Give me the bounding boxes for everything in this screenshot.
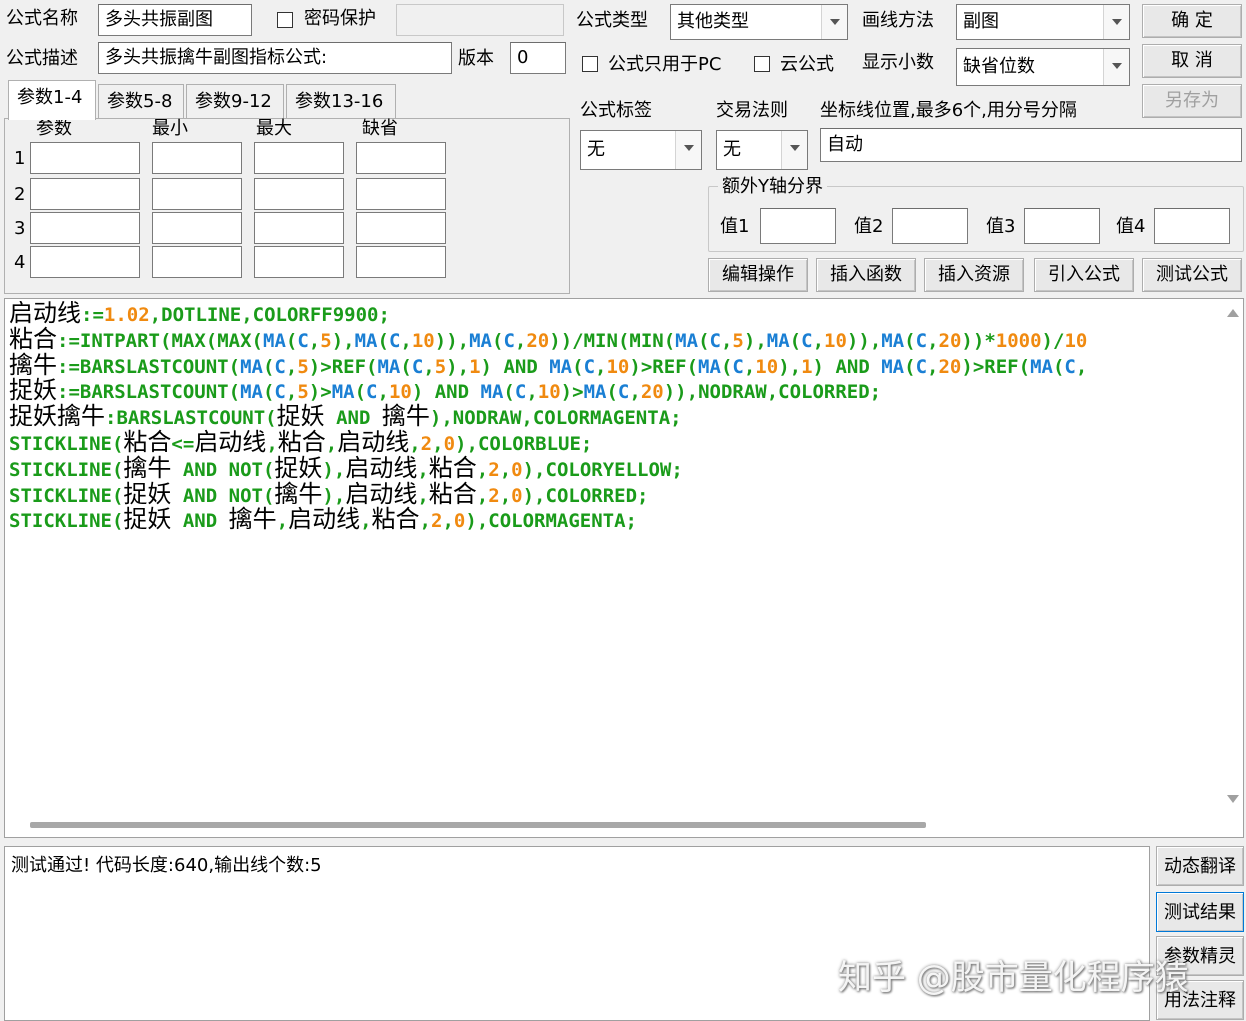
formula-desc-input[interactable]: 多头共振擒牛副图指标公式: — [98, 42, 452, 74]
chevron-down-icon[interactable] — [1103, 49, 1129, 85]
pc-only-checkbox[interactable] — [582, 56, 598, 72]
draw-method-select[interactable]: 副图 — [956, 4, 1130, 40]
test-formula-button[interactable]: 测试公式 — [1142, 258, 1242, 292]
param-name-cell[interactable] — [30, 142, 140, 174]
code-line[interactable]: STICKLINE(捉妖 AND NOT(擒牛),启动线,粘合,2,0),COL… — [9, 481, 1219, 508]
code-line[interactable]: 捉妖擒牛:BARSLASTCOUNT(捉妖 AND 擒牛),NODRAW,COL… — [9, 403, 1219, 430]
formula-name-label: 公式名称 — [6, 8, 78, 29]
dynamic-translate-button[interactable]: 动态翻译 — [1156, 846, 1244, 886]
param-max-cell[interactable] — [254, 142, 344, 174]
version-input[interactable]: 0 — [510, 42, 566, 74]
param-name-cell[interactable] — [30, 178, 140, 210]
param-min-cell[interactable] — [152, 178, 242, 210]
value3-input[interactable] — [1024, 208, 1100, 244]
param-header-default: 缺省 — [362, 118, 398, 139]
insert-resource-button[interactable]: 插入资源 — [924, 258, 1024, 292]
param-min-cell[interactable] — [152, 142, 242, 174]
code-line[interactable]: 启动线:=1.02,DOTLINE,COLORFF9900; — [9, 301, 1219, 327]
edit-ops-button[interactable]: 编辑操作 — [708, 258, 808, 292]
param-row-number: 2 — [14, 184, 26, 205]
output-text: 测试通过! 代码长度:640,输出线个数:5 — [11, 855, 322, 876]
formula-desc-label: 公式描述 — [6, 48, 78, 69]
param-max-cell[interactable] — [254, 178, 344, 210]
trade-rule-value: 无 — [723, 139, 741, 160]
formula-name-input[interactable]: 多头共振副图 — [98, 4, 252, 36]
param-default-cell[interactable] — [356, 142, 446, 174]
formula-tag-value: 无 — [587, 139, 605, 160]
chevron-down-icon[interactable] — [1103, 5, 1129, 39]
insert-function-button[interactable]: 插入函数 — [816, 258, 916, 292]
version-label: 版本 — [458, 48, 494, 69]
horizontal-scrollbar[interactable] — [30, 822, 926, 828]
value2-input[interactable] — [892, 208, 968, 244]
vertical-scrollbar[interactable] — [1223, 299, 1243, 819]
tab-params-5-8[interactable]: 参数5-8 — [98, 84, 184, 118]
tab-params-9-12[interactable]: 参数9-12 — [186, 84, 284, 118]
code-text[interactable]: 启动线:=1.02,DOTLINE,COLORFF9900; 粘合:=INTPAR… — [9, 301, 1219, 533]
axis-position-input[interactable]: 自动 — [820, 128, 1242, 162]
scroll-arrows-icon — [1227, 309, 1239, 803]
decimals-label: 显示小数 — [862, 52, 934, 73]
param-row-number: 3 — [14, 218, 26, 239]
ok-button[interactable]: 确 定 — [1142, 4, 1242, 38]
chevron-down-icon[interactable] — [675, 131, 701, 169]
value1-label: 值1 — [720, 216, 750, 237]
password-checkbox[interactable] — [277, 12, 293, 28]
code-line[interactable]: 捉妖:=BARSLASTCOUNT(MA(C,5)>MA(C,10) AND M… — [9, 377, 1219, 404]
param-max-cell[interactable] — [254, 212, 344, 244]
decimals-select[interactable]: 缺省位数 — [956, 48, 1130, 86]
password-input — [396, 4, 564, 36]
code-line[interactable]: STICKLINE(擒牛 AND NOT(捉妖),启动线,粘合,2,0),COL… — [9, 455, 1219, 482]
decimals-value: 缺省位数 — [963, 56, 1035, 77]
param-default-cell[interactable] — [356, 212, 446, 244]
value2-label: 值2 — [854, 216, 884, 237]
value1-input[interactable] — [760, 208, 836, 244]
password-label: 密码保护 — [304, 8, 376, 29]
chevron-down-icon[interactable] — [781, 131, 807, 169]
extra-y-axis-label: 额外Y轴分界 — [718, 178, 827, 196]
draw-method-label: 画线方法 — [862, 10, 934, 31]
draw-method-value: 副图 — [963, 11, 999, 32]
code-editor[interactable]: 启动线:=1.02,DOTLINE,COLORFF9900; 粘合:=INTPAR… — [4, 298, 1244, 838]
cloud-formula-label: 云公式 — [780, 54, 834, 75]
test-result-button[interactable]: 测试结果 — [1156, 892, 1244, 932]
code-line[interactable]: STICKLINE(粘合<=启动线,粘合,启动线,2,0),COLORBLUE; — [9, 429, 1219, 456]
param-row-number: 1 — [14, 148, 26, 169]
param-name-cell[interactable] — [30, 246, 140, 278]
value4-label: 值4 — [1116, 216, 1146, 237]
param-min-cell[interactable] — [152, 212, 242, 244]
cloud-formula-checkbox[interactable] — [754, 56, 770, 72]
cancel-button[interactable]: 取 消 — [1142, 44, 1242, 78]
code-line[interactable]: 擒牛:=BARSLASTCOUNT(MA(C,5)>REF(MA(C,5),1)… — [9, 352, 1219, 379]
watermark: 知乎 @股市量化程序猿 — [838, 958, 1189, 998]
axis-position-label: 坐标线位置,最多6个,用分号分隔 — [820, 100, 1077, 121]
chevron-down-icon[interactable] — [821, 5, 847, 39]
tab-params-1-4[interactable]: 参数1-4 — [8, 80, 96, 120]
code-line[interactable]: STICKLINE(捉妖 AND 擒牛,启动线,粘合,2,0),COLORMAG… — [9, 506, 1219, 533]
formula-type-select[interactable]: 其他类型 — [670, 4, 848, 40]
code-line[interactable]: 粘合:=INTPART(MAX(MAX(MA(C,5),MA(C,10)),MA… — [9, 326, 1219, 353]
param-max-cell[interactable] — [254, 246, 344, 278]
save-as-button: 另存为 — [1142, 84, 1242, 118]
trade-rule-select[interactable]: 无 — [716, 130, 808, 170]
param-name-cell[interactable] — [30, 212, 140, 244]
param-header-min: 最小 — [152, 118, 188, 139]
formula-type-value: 其他类型 — [677, 11, 749, 32]
tab-params-13-16[interactable]: 参数13-16 — [286, 84, 396, 118]
trade-rule-label: 交易法则 — [716, 100, 788, 121]
value4-input[interactable] — [1154, 208, 1230, 244]
param-default-cell[interactable] — [356, 178, 446, 210]
param-default-cell[interactable] — [356, 246, 446, 278]
formula-tag-label: 公式标签 — [580, 100, 652, 121]
param-header-name: 参数 — [36, 118, 72, 139]
param-header-max: 最大 — [256, 118, 292, 139]
param-row-number: 4 — [14, 252, 26, 273]
pc-only-label: 公式只用于PC — [608, 54, 722, 75]
param-min-cell[interactable] — [152, 246, 242, 278]
formula-type-label: 公式类型 — [576, 10, 648, 31]
formula-tag-select[interactable]: 无 — [580, 130, 702, 170]
import-formula-button[interactable]: 引入公式 — [1034, 258, 1134, 292]
value3-label: 值3 — [986, 216, 1016, 237]
